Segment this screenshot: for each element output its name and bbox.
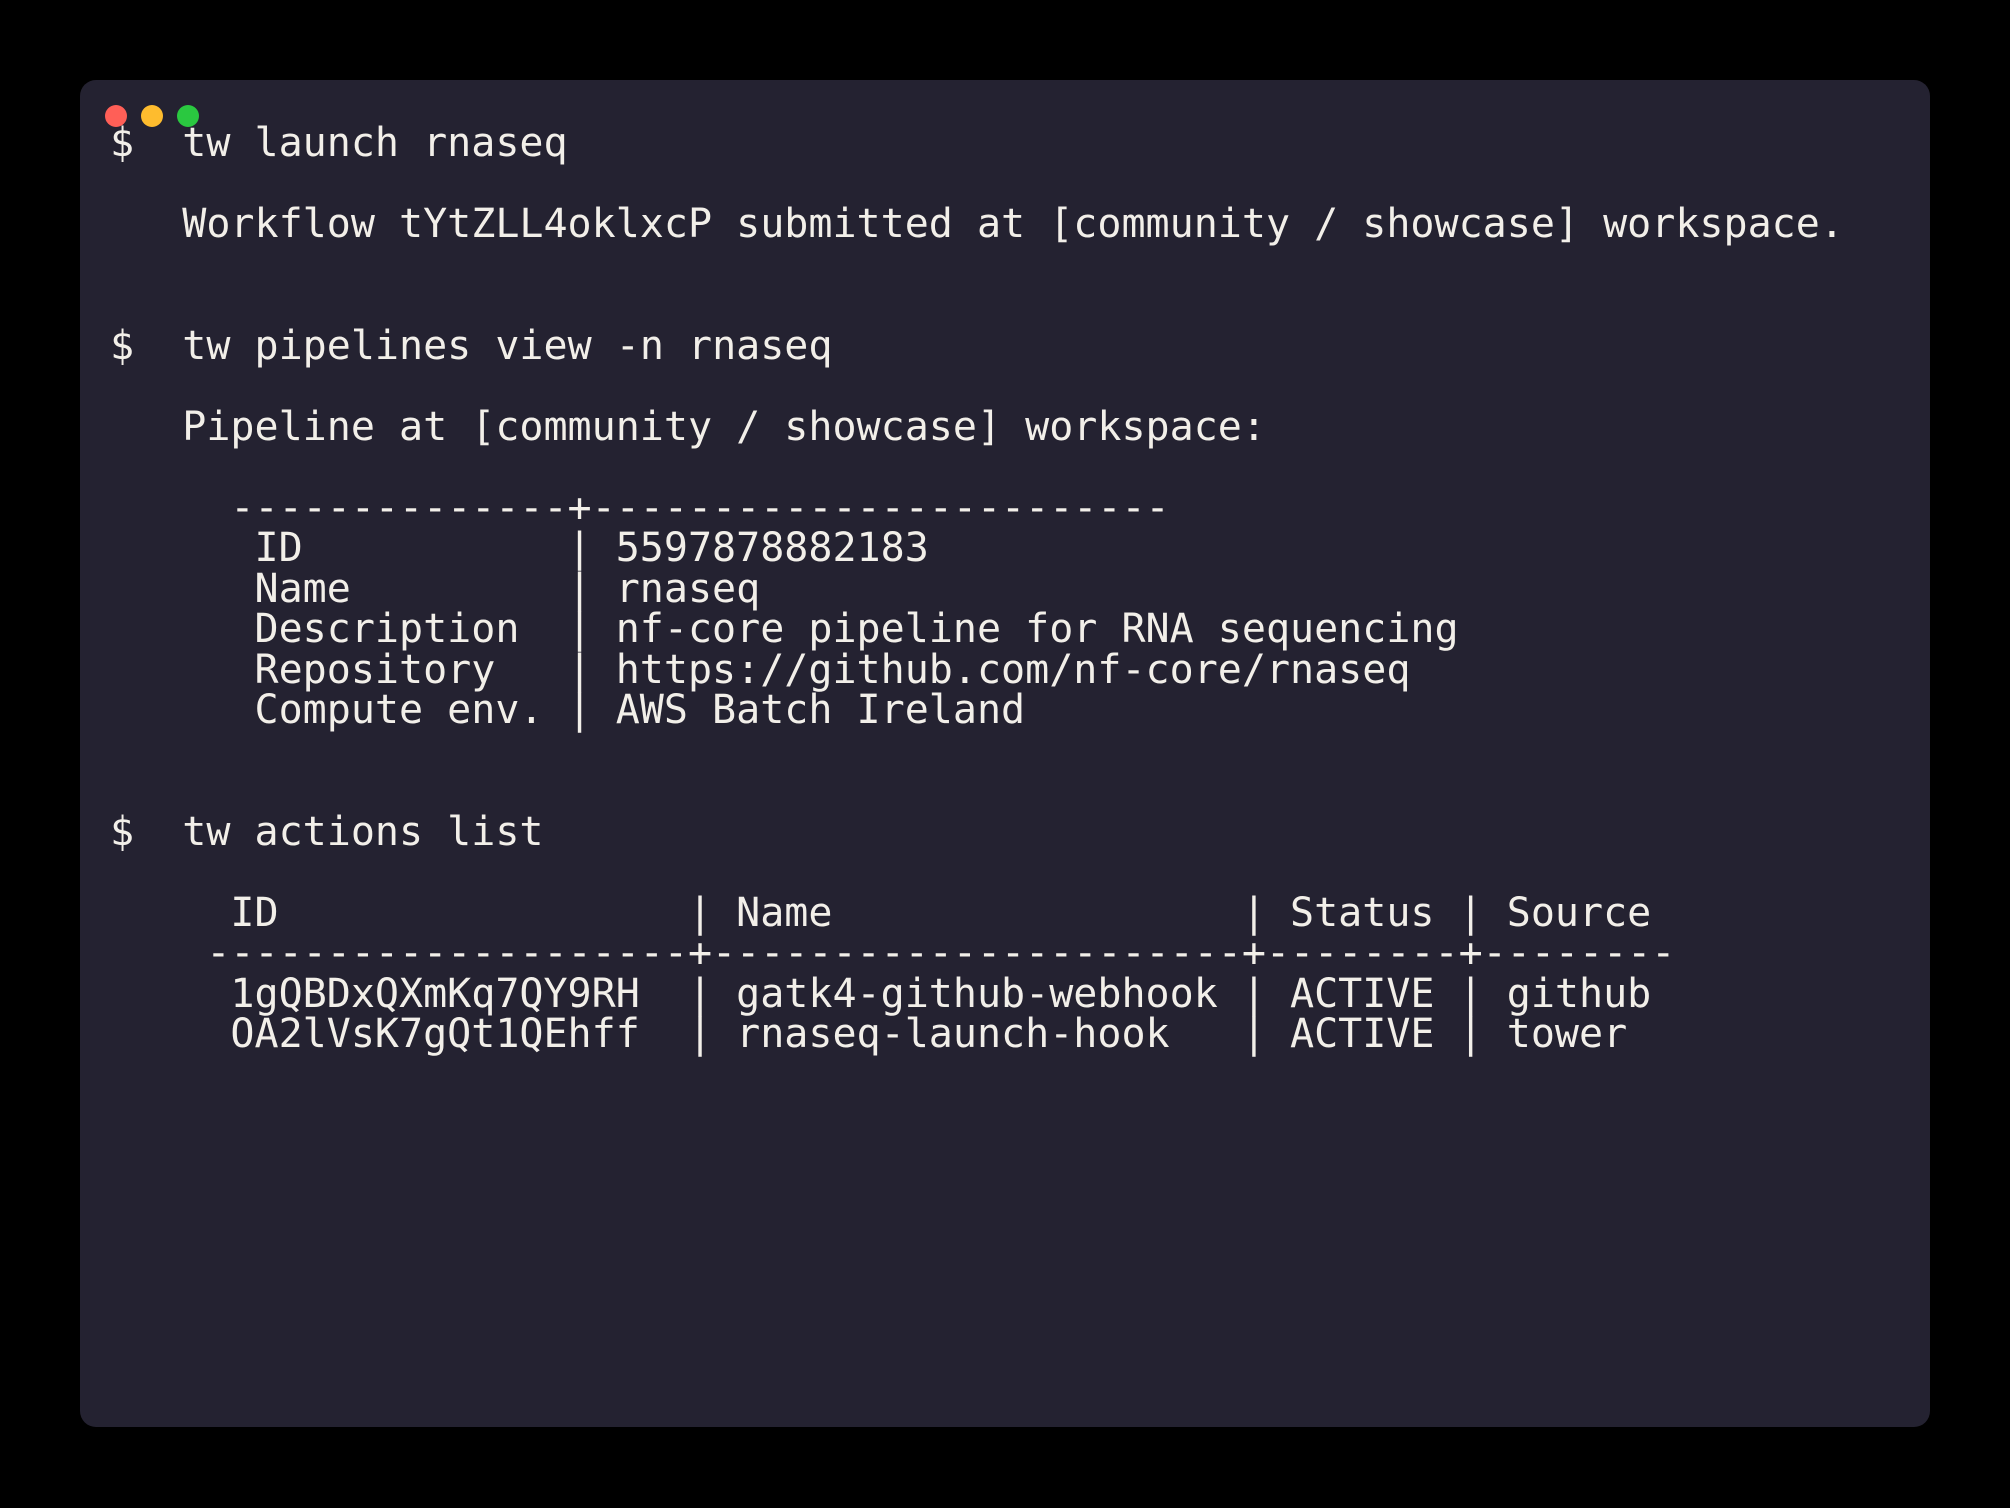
command-text: tw launch rnaseq [134,123,567,166]
terminal-blank-line [110,285,1920,326]
pipeline-table-row: Repository | https://github.com/nf-core/… [110,650,1920,691]
terminal-blank-line [110,447,1920,488]
command-line: $ tw pipelines view -n rnaseq [110,326,1920,367]
terminal-blank-line [110,164,1920,205]
output-line: Pipeline at [community / showcase] works… [110,407,1920,448]
pipeline-table-row: Name | rnaseq [110,569,1920,610]
output-line: Workflow tYtZLL4oklxcP submitted at [com… [110,204,1920,245]
command-line: $ tw launch rnaseq [110,123,1920,164]
command-text: tw actions list [134,809,543,855]
shell-prompt: $ [110,323,134,369]
actions-table-row: OA2lVsK7gQt1QEhff | rnaseq-launch-hook |… [110,1014,1920,1055]
actions-table-row: 1gQBDxQXmKq7QY9RH | gatk4-github-webhook… [110,974,1920,1015]
shell-prompt: $ [110,809,134,855]
command-line: $ tw actions list [110,812,1920,853]
terminal-window: $ tw launch rnaseq Workflow tYtZLL4oklxc… [80,80,1930,1427]
terminal-blank-line [110,245,1920,286]
actions-table-header: ID | Name | Status | Source [110,893,1920,934]
terminal-blank-line [110,731,1920,772]
terminal-blank-line [110,852,1920,893]
actions-table-separator: --------------------+-------------------… [110,933,1920,974]
pipeline-table-row: Description | nf-core pipeline for RNA s… [110,609,1920,650]
pipeline-table-separator: --------------+------------------------ [110,488,1920,529]
terminal-blank-line [110,771,1920,812]
pipeline-table-row: ID | 5597878882183 [110,528,1920,569]
shell-prompt: $ [110,123,134,166]
command-text: tw pipelines view -n rnaseq [134,323,832,369]
terminal-content[interactable]: $ tw launch rnaseq Workflow tYtZLL4oklxc… [110,123,1920,1407]
terminal-blank-line [110,366,1920,407]
pipeline-table-row: Compute env. | AWS Batch Ireland [110,690,1920,731]
